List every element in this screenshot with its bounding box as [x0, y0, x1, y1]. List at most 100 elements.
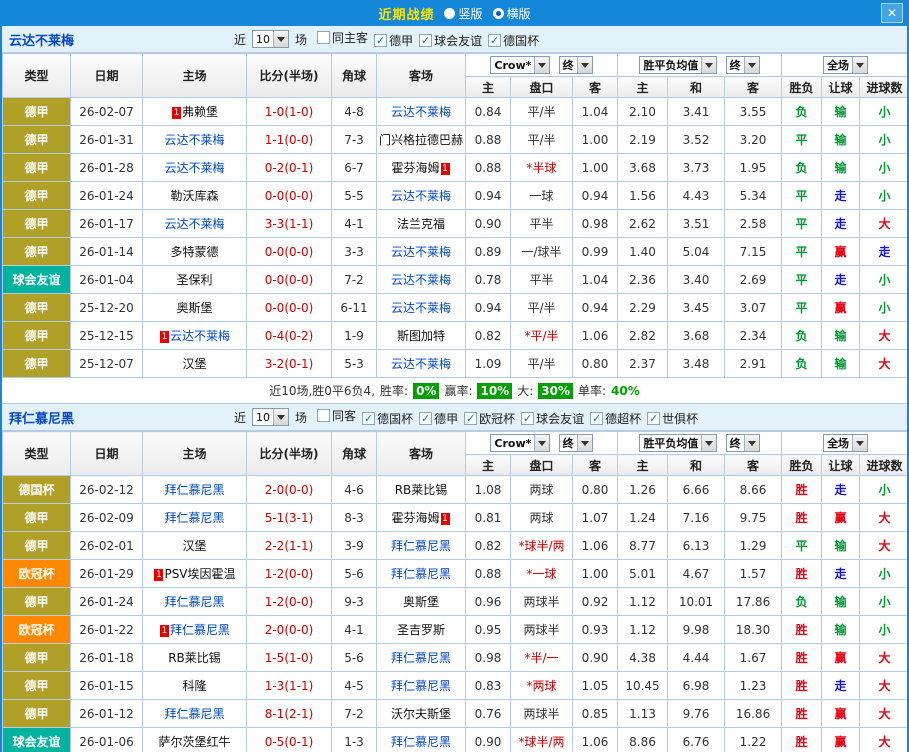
away-team-cell[interactable]: 霍芬海姆 1 — [376, 503, 466, 532]
team-link[interactable]: 霍芬海姆 — [391, 161, 439, 175]
home-team-cell[interactable]: 汉堡 — [142, 531, 247, 560]
home-team-cell[interactable]: 拜仁慕尼黑 — [142, 503, 247, 532]
away-team-cell[interactable]: 霍芬海姆 1 — [376, 153, 466, 182]
filter-checkbox[interactable]: ✓ 德国杯 — [362, 410, 413, 427]
checkbox-box[interactable]: ✓ — [419, 412, 433, 425]
checkbox-box[interactable]: ✓ — [374, 34, 388, 47]
away-team-cell[interactable]: 云达不莱梅 — [376, 349, 466, 378]
avg-odds-select[interactable]: 胜平负均值 — [639, 56, 718, 74]
team-link[interactable]: 拜仁慕尼黑 — [391, 539, 451, 553]
final-odds-select[interactable]: 终 — [558, 56, 593, 74]
filter-checkbox[interactable]: ✓ 德超杯 — [590, 410, 641, 427]
bookmaker-select[interactable]: Crow* — [490, 434, 551, 452]
home-team-cell[interactable]: 圣保利 — [142, 265, 247, 294]
filter-checkbox[interactable]: 同主客 — [317, 29, 368, 46]
team-link[interactable]: 斯图加特 — [397, 329, 445, 343]
checkbox-box[interactable] — [317, 31, 331, 44]
home-team-cell[interactable]: 萨尔茨堡红牛 — [142, 727, 247, 752]
checkbox-box[interactable]: ✓ — [647, 412, 661, 425]
away-team-cell[interactable]: 云达不莱梅 — [376, 97, 466, 126]
away-team-cell[interactable]: 法兰克福 — [376, 209, 466, 238]
team-link[interactable]: 多特蒙德 — [170, 245, 218, 259]
final-avg-select[interactable]: 终 — [725, 434, 760, 452]
fulltime-select[interactable]: 全场 — [823, 56, 869, 74]
checkbox-box[interactable] — [317, 409, 331, 422]
home-team-cell[interactable]: RB莱比锡 — [142, 643, 247, 672]
team-link[interactable]: 云达不莱梅 — [164, 161, 224, 175]
home-team-cell[interactable]: 1 弗赖堡 — [142, 97, 247, 126]
home-team-cell[interactable]: 科隆 — [142, 671, 247, 700]
team-link[interactable]: 勒沃库森 — [170, 189, 218, 203]
away-team-cell[interactable]: 云达不莱梅 — [376, 265, 466, 294]
filter-checkbox[interactable]: ✓ 德甲 — [374, 32, 413, 49]
checkbox-box[interactable]: ✓ — [419, 34, 433, 47]
final-avg-select[interactable]: 终 — [725, 56, 760, 74]
team-link[interactable]: PSV埃因霍温 — [164, 567, 235, 581]
home-team-cell[interactable]: 1 云达不莱梅 — [142, 321, 247, 350]
filter-checkbox[interactable]: ✓ 世俱杯 — [647, 410, 698, 427]
filter-checkbox[interactable]: ✓ 德甲 — [419, 410, 458, 427]
home-team-cell[interactable]: 1 拜仁慕尼黑 — [142, 615, 247, 644]
home-team-cell[interactable]: 勒沃库森 — [142, 181, 247, 210]
away-team-cell[interactable]: 云达不莱梅 — [376, 293, 466, 322]
away-team-cell[interactable]: 云达不莱梅 — [376, 181, 466, 210]
team-link[interactable]: 拜仁慕尼黑 — [391, 735, 451, 749]
home-team-cell[interactable]: 拜仁慕尼黑 — [142, 475, 247, 504]
away-team-cell[interactable]: 门兴格拉德巴赫 — [376, 125, 466, 154]
checkbox-box[interactable]: ✓ — [362, 412, 376, 425]
away-team-cell[interactable]: 云达不莱梅 — [376, 237, 466, 266]
team-link[interactable]: 云达不莱梅 — [391, 245, 451, 259]
avg-odds-select[interactable]: 胜平负均值 — [639, 434, 718, 452]
team-link[interactable]: 拜仁慕尼黑 — [164, 511, 224, 525]
home-team-cell[interactable]: 云达不莱梅 — [142, 209, 247, 238]
away-team-cell[interactable]: 圣吉罗斯 — [376, 615, 466, 644]
team-link[interactable]: 法兰克福 — [397, 217, 445, 231]
home-team-cell[interactable]: 汉堡 — [142, 349, 247, 378]
team-link[interactable]: 云达不莱梅 — [170, 329, 230, 343]
team-link[interactable]: 拜仁慕尼黑 — [164, 595, 224, 609]
team-link[interactable]: 云达不莱梅 — [391, 105, 451, 119]
team-link[interactable]: RB莱比锡 — [395, 483, 448, 497]
filter-checkbox[interactable]: ✓ 球会友谊 — [419, 32, 482, 49]
team-link[interactable]: RB莱比锡 — [168, 651, 221, 665]
match-count-select[interactable]: 10 — [252, 30, 290, 48]
team-link[interactable]: 圣吉罗斯 — [397, 623, 445, 637]
team-link[interactable]: 云达不莱梅 — [391, 189, 451, 203]
filter-checkbox[interactable]: ✓ 德国杯 — [488, 32, 539, 49]
away-team-cell[interactable]: 沃尔夫斯堡 — [376, 699, 466, 728]
filter-checkbox[interactable]: 同客 — [317, 407, 356, 424]
team-link[interactable]: 圣保利 — [176, 273, 212, 287]
bookmaker-select[interactable]: Crow* — [490, 56, 551, 74]
away-team-cell[interactable]: 拜仁慕尼黑 — [376, 643, 466, 672]
team-link[interactable]: 拜仁慕尼黑 — [164, 707, 224, 721]
checkbox-box[interactable]: ✓ — [488, 34, 502, 47]
team-link[interactable]: 科隆 — [182, 679, 206, 693]
home-team-cell[interactable]: 拜仁慕尼黑 — [142, 587, 247, 616]
team-link[interactable]: 霍芬海姆 — [391, 511, 439, 525]
filter-checkbox[interactable]: ✓ 球会友谊 — [521, 410, 584, 427]
home-team-cell[interactable]: 多特蒙德 — [142, 237, 247, 266]
away-team-cell[interactable]: 拜仁慕尼黑 — [376, 531, 466, 560]
team-link[interactable]: 奥斯堡 — [176, 301, 212, 315]
team-link[interactable]: 拜仁慕尼黑 — [391, 651, 451, 665]
team-link[interactable]: 沃尔夫斯堡 — [391, 707, 451, 721]
checkbox-box[interactable]: ✓ — [464, 412, 478, 425]
fulltime-select[interactable]: 全场 — [823, 434, 869, 452]
team-link[interactable]: 奥斯堡 — [403, 595, 439, 609]
team-link[interactable]: 云达不莱梅 — [164, 133, 224, 147]
away-team-cell[interactable]: 拜仁慕尼黑 — [376, 559, 466, 588]
away-team-cell[interactable]: 斯图加特 — [376, 321, 466, 350]
team-link[interactable]: 门兴格拉德巴赫 — [379, 133, 463, 147]
team-link[interactable]: 拜仁慕尼黑 — [391, 567, 451, 581]
team-link[interactable]: 萨尔茨堡红牛 — [158, 735, 230, 749]
team-link[interactable]: 拜仁慕尼黑 — [164, 483, 224, 497]
home-team-cell[interactable]: 拜仁慕尼黑 — [142, 699, 247, 728]
layout-radio-vertical[interactable]: 竖版 — [444, 5, 483, 22]
team-link[interactable]: 云达不莱梅 — [164, 217, 224, 231]
team-link[interactable]: 云达不莱梅 — [391, 357, 451, 371]
team-link[interactable]: 汉堡 — [182, 539, 206, 553]
match-count-select[interactable]: 10 — [252, 408, 290, 426]
team-link[interactable]: 云达不莱梅 — [391, 273, 451, 287]
team-link[interactable]: 弗赖堡 — [182, 105, 218, 119]
filter-checkbox[interactable]: ✓ 欧冠杯 — [464, 410, 515, 427]
